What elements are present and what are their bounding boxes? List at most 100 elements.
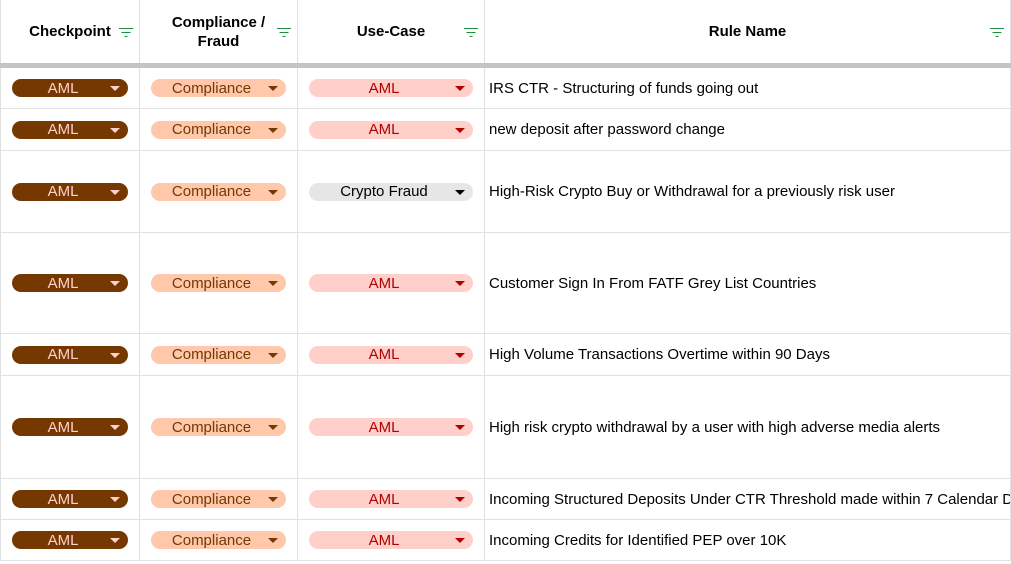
dropdown-arrow-icon[interactable] bbox=[110, 352, 120, 358]
compliance-cell[interactable]: Compliance bbox=[140, 479, 298, 519]
checkpoint-dropdown-chip[interactable]: AML bbox=[12, 120, 128, 139]
use-case-cell[interactable]: AML bbox=[298, 68, 485, 108]
dropdown-arrow-icon[interactable] bbox=[110, 86, 120, 91]
checkpoint-cell[interactable]: AML bbox=[0, 479, 140, 519]
header-checkpoint[interactable]: Checkpoint bbox=[0, 0, 140, 63]
checkpoint-dropdown-chip[interactable]: AML bbox=[12, 531, 128, 549]
dropdown-arrow-icon[interactable] bbox=[455, 189, 465, 195]
dropdown-arrow-icon[interactable] bbox=[455, 425, 465, 430]
dropdown-arrow-icon[interactable] bbox=[268, 538, 278, 543]
header-use-case[interactable]: Use-Case bbox=[298, 0, 485, 63]
dropdown-arrow-icon[interactable] bbox=[110, 281, 120, 286]
use-case-dropdown-chip[interactable]: Crypto Fraud bbox=[309, 182, 473, 201]
dropdown-arrow-icon[interactable] bbox=[455, 281, 465, 286]
compliance-cell[interactable]: Compliance bbox=[140, 68, 298, 108]
compliance-dropdown-chip[interactable]: Compliance bbox=[151, 120, 286, 139]
checkpoint-cell[interactable]: AML bbox=[0, 109, 140, 150]
rule-name-text: High-Risk Crypto Buy or Withdrawal for a… bbox=[489, 183, 895, 200]
checkpoint-dropdown-chip[interactable]: AML bbox=[12, 490, 128, 508]
dropdown-arrow-icon[interactable] bbox=[110, 497, 120, 502]
rule-name-cell[interactable]: Incoming Credits for Identified PEP over… bbox=[485, 520, 1011, 560]
checkpoint-cell[interactable]: AML bbox=[0, 151, 140, 232]
rule-name-cell[interactable]: Incoming Structured Deposits Under CTR T… bbox=[485, 479, 1011, 519]
dropdown-arrow-icon[interactable] bbox=[455, 538, 465, 543]
dropdown-arrow-icon[interactable] bbox=[110, 127, 120, 133]
compliance-dropdown-chip[interactable]: Compliance bbox=[151, 274, 286, 292]
use-case-cell[interactable]: AML bbox=[298, 109, 485, 150]
rule-name-text: new deposit after password change bbox=[489, 121, 725, 138]
use-case-dropdown-chip[interactable]: AML bbox=[309, 418, 473, 436]
table-row: AML Compliance AML Customer Sign In From FA… bbox=[0, 233, 1011, 334]
checkpoint-cell[interactable]: AML bbox=[0, 233, 140, 333]
dropdown-arrow-icon[interactable] bbox=[268, 127, 278, 133]
checkpoint-cell[interactable]: AML bbox=[0, 520, 140, 560]
rule-name-cell[interactable]: High Volume Transactions Overtime within… bbox=[485, 334, 1011, 375]
compliance-dropdown-chip[interactable]: Compliance bbox=[151, 345, 286, 364]
checkpoint-dropdown-chip[interactable]: AML bbox=[12, 79, 128, 97]
use-case-dropdown-chip[interactable]: AML bbox=[309, 120, 473, 139]
filter-icon[interactable] bbox=[277, 27, 291, 38]
chip-label: AML bbox=[368, 79, 400, 97]
checkpoint-cell[interactable]: AML bbox=[0, 376, 140, 478]
header-compliance-fraud[interactable]: Compliance / Fraud bbox=[140, 0, 298, 63]
use-case-cell[interactable]: AML bbox=[298, 479, 485, 519]
table-row: AML Compliance AML High risk crypto withdra… bbox=[0, 376, 1011, 479]
table-row: AML Compliance AML Incoming Structured Depo… bbox=[0, 479, 1011, 520]
dropdown-arrow-icon[interactable] bbox=[455, 497, 465, 502]
compliance-dropdown-chip[interactable]: Compliance bbox=[151, 531, 286, 549]
compliance-cell[interactable]: Compliance bbox=[140, 151, 298, 232]
use-case-dropdown-chip[interactable]: AML bbox=[309, 274, 473, 292]
checkpoint-cell[interactable]: AML bbox=[0, 68, 140, 108]
use-case-dropdown-chip[interactable]: AML bbox=[309, 79, 473, 97]
rule-name-cell[interactable]: Customer Sign In From FATF Grey List Cou… bbox=[485, 233, 1011, 333]
chip-label: AML bbox=[368, 121, 400, 138]
use-case-cell[interactable]: AML bbox=[298, 233, 485, 333]
header-label: Checkpoint bbox=[29, 23, 111, 40]
compliance-cell[interactable]: Compliance bbox=[140, 109, 298, 150]
compliance-cell[interactable]: Compliance bbox=[140, 334, 298, 375]
dropdown-arrow-icon[interactable] bbox=[455, 352, 465, 358]
checkpoint-dropdown-chip[interactable]: AML bbox=[12, 345, 128, 364]
compliance-dropdown-chip[interactable]: Compliance bbox=[151, 418, 286, 436]
chip-label: AML bbox=[368, 418, 400, 436]
checkpoint-dropdown-chip[interactable]: AML bbox=[12, 182, 128, 201]
dropdown-arrow-icon[interactable] bbox=[268, 281, 278, 286]
dropdown-arrow-icon[interactable] bbox=[455, 127, 465, 133]
use-case-dropdown-chip[interactable]: AML bbox=[309, 490, 473, 508]
dropdown-arrow-icon[interactable] bbox=[268, 425, 278, 430]
checkpoint-dropdown-chip[interactable]: AML bbox=[12, 274, 128, 292]
dropdown-arrow-icon[interactable] bbox=[110, 189, 120, 195]
rule-name-cell[interactable]: IRS CTR - Structuring of funds going out bbox=[485, 68, 1011, 108]
rule-name-cell[interactable]: High-Risk Crypto Buy or Withdrawal for a… bbox=[485, 151, 1011, 232]
rule-name-cell[interactable]: High risk crypto withdrawal by a user wi… bbox=[485, 376, 1011, 478]
dropdown-arrow-icon[interactable] bbox=[268, 497, 278, 502]
compliance-dropdown-chip[interactable]: Compliance bbox=[151, 182, 286, 201]
compliance-cell[interactable]: Compliance bbox=[140, 376, 298, 478]
use-case-cell[interactable]: AML bbox=[298, 334, 485, 375]
dropdown-arrow-icon[interactable] bbox=[110, 538, 120, 543]
compliance-cell[interactable]: Compliance bbox=[140, 233, 298, 333]
filter-icon[interactable] bbox=[990, 27, 1004, 38]
dropdown-arrow-icon[interactable] bbox=[110, 425, 120, 430]
checkpoint-dropdown-chip[interactable]: AML bbox=[12, 418, 128, 436]
use-case-dropdown-chip[interactable]: AML bbox=[309, 345, 473, 364]
use-case-dropdown-chip[interactable]: AML bbox=[309, 531, 473, 549]
checkpoint-cell[interactable]: AML bbox=[0, 334, 140, 375]
rule-name-cell[interactable]: new deposit after password change bbox=[485, 109, 1011, 150]
filter-icon[interactable] bbox=[464, 27, 478, 38]
compliance-cell[interactable]: Compliance bbox=[140, 520, 298, 560]
dropdown-arrow-icon[interactable] bbox=[268, 86, 278, 91]
use-case-cell[interactable]: AML bbox=[298, 376, 485, 478]
header-rule-name[interactable]: Rule Name bbox=[485, 0, 1011, 63]
chip-label: AML bbox=[368, 490, 400, 508]
table-row: AML Compliance AML High Volume Transactions… bbox=[0, 334, 1011, 376]
use-case-cell[interactable]: AML bbox=[298, 520, 485, 560]
dropdown-arrow-icon[interactable] bbox=[268, 352, 278, 358]
rule-name-text: IRS CTR - Structuring of funds going out bbox=[489, 79, 759, 97]
filter-icon[interactable] bbox=[119, 27, 133, 38]
compliance-dropdown-chip[interactable]: Compliance bbox=[151, 79, 286, 97]
dropdown-arrow-icon[interactable] bbox=[268, 189, 278, 195]
dropdown-arrow-icon[interactable] bbox=[455, 86, 465, 91]
compliance-dropdown-chip[interactable]: Compliance bbox=[151, 490, 286, 508]
use-case-cell[interactable]: Crypto Fraud bbox=[298, 151, 485, 232]
